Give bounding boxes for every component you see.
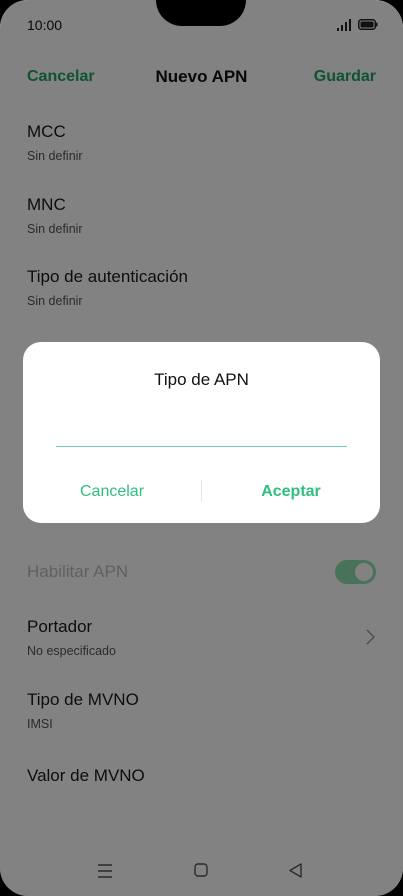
dialog-accept-button[interactable]: Aceptar [202,472,380,512]
apn-type-input[interactable] [56,422,347,447]
screen: 10:00 Cancelar Nuevo APN Guardar MCC Sin… [0,0,403,896]
apn-type-dialog: Tipo de APN Cancelar Aceptar [23,342,380,523]
dialog-cancel-button[interactable]: Cancelar [23,472,201,512]
dialog-title: Tipo de APN [154,370,249,389]
